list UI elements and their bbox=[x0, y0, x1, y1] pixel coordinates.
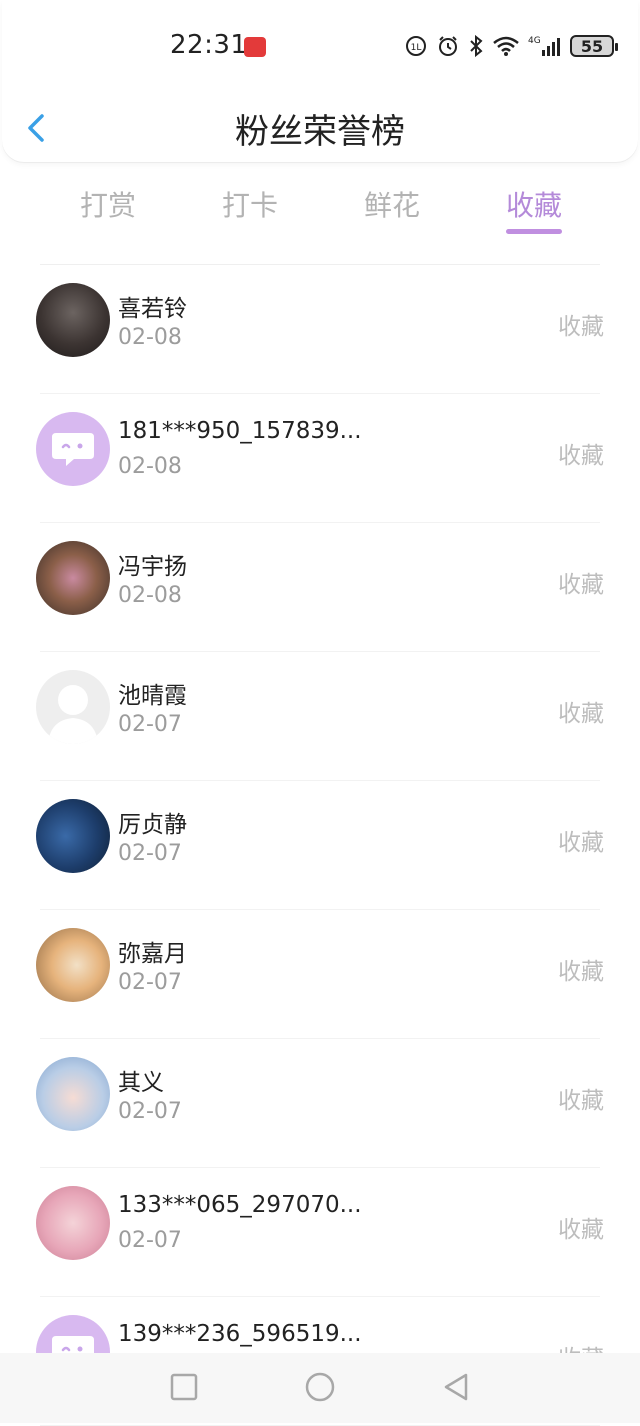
list-item[interactable]: 弥嘉月 02-07 收藏 bbox=[36, 910, 604, 1039]
date-label: 02-08 bbox=[118, 454, 182, 479]
tab-flowers[interactable]: 鲜花 bbox=[364, 184, 420, 224]
page-title: 粉丝荣誉榜 bbox=[235, 112, 405, 152]
date-label: 02-07 bbox=[118, 1099, 182, 1124]
date-label: 02-07 bbox=[118, 970, 182, 995]
avatar bbox=[36, 412, 110, 486]
avatar bbox=[36, 1057, 110, 1131]
user-name: 池晴霞 bbox=[118, 683, 187, 709]
svg-text:1L: 1L bbox=[411, 43, 422, 53]
active-tab-indicator bbox=[506, 229, 562, 234]
tab-favorites[interactable]: 收藏 bbox=[506, 184, 562, 224]
action-label: 收藏 bbox=[558, 443, 604, 469]
user-name: 喜若铃 bbox=[118, 296, 187, 322]
recents-button[interactable] bbox=[168, 1371, 200, 1403]
default-chat-avatar-icon bbox=[52, 433, 94, 466]
fan-list: 喜若铃 02-08 收藏 181***950_157839... 02-08 收… bbox=[0, 265, 640, 1426]
battery-indicator: 55 bbox=[570, 35, 618, 57]
avatar bbox=[36, 541, 110, 615]
bluetooth-icon bbox=[470, 34, 483, 58]
list-item[interactable]: 133***065_297070... 02-07 收藏 bbox=[36, 1168, 604, 1297]
avatar bbox=[36, 283, 110, 357]
user-name: 181***950_157839... bbox=[118, 418, 362, 444]
list-item[interactable]: 冯宇扬 02-08 收藏 bbox=[36, 523, 604, 652]
wifi-icon bbox=[493, 36, 519, 56]
user-name: 弥嘉月 bbox=[118, 941, 187, 967]
date-label: 02-08 bbox=[118, 325, 182, 350]
network-type: 4G bbox=[528, 36, 541, 46]
app-notification-icon bbox=[244, 37, 266, 57]
home-button[interactable] bbox=[304, 1371, 336, 1403]
status-time: 22:31 bbox=[170, 30, 248, 60]
avatar bbox=[36, 670, 110, 744]
default-person-avatar-icon bbox=[48, 685, 98, 744]
list-item[interactable]: 厉贞静 02-07 收藏 bbox=[36, 781, 604, 910]
date-label: 02-07 bbox=[118, 1228, 182, 1253]
action-label: 收藏 bbox=[558, 314, 604, 340]
user-name: 133***065_297070... bbox=[118, 1192, 362, 1218]
list-item[interactable]: 其义 02-07 收藏 bbox=[36, 1039, 604, 1168]
action-label: 收藏 bbox=[558, 830, 604, 856]
avatar bbox=[36, 928, 110, 1002]
user-name: 冯宇扬 bbox=[118, 554, 187, 580]
action-label: 收藏 bbox=[558, 701, 604, 727]
signal-icon: 4G bbox=[528, 36, 560, 56]
tab-bar: 打赏 打卡 鲜花 收藏 bbox=[0, 176, 640, 246]
user-name: 其义 bbox=[118, 1070, 164, 1096]
date-label: 02-07 bbox=[118, 841, 182, 866]
action-label: 收藏 bbox=[558, 1088, 604, 1114]
data-saver-icon: 1L bbox=[406, 36, 426, 56]
system-nav-bar bbox=[0, 1353, 640, 1423]
header: 22:31 1L 4G 55 粉丝荣誉榜 bbox=[2, 0, 638, 162]
action-label: 收藏 bbox=[558, 572, 604, 598]
avatar bbox=[36, 799, 110, 873]
action-label: 收藏 bbox=[558, 959, 604, 985]
date-label: 02-07 bbox=[118, 712, 182, 737]
user-name: 139***236_596519... bbox=[118, 1321, 362, 1347]
tab-reward[interactable]: 打赏 bbox=[80, 184, 136, 224]
list-item[interactable]: 喜若铃 02-08 收藏 bbox=[36, 265, 604, 394]
list-item[interactable]: 181***950_157839... 02-08 收藏 bbox=[36, 394, 604, 523]
status-icons: 1L 4G 55 bbox=[404, 34, 618, 58]
alarm-icon bbox=[439, 36, 457, 56]
triangle-back-icon bbox=[444, 1373, 468, 1401]
date-label: 02-08 bbox=[118, 583, 182, 608]
avatar bbox=[36, 1186, 110, 1260]
circle-icon bbox=[305, 1372, 335, 1402]
action-label: 收藏 bbox=[558, 1217, 604, 1243]
list-item[interactable]: 池晴霞 02-07 收藏 bbox=[36, 652, 604, 781]
square-icon bbox=[170, 1373, 198, 1401]
battery-level: 55 bbox=[580, 36, 604, 56]
tab-checkin[interactable]: 打卡 bbox=[222, 184, 278, 224]
back-nav-button[interactable] bbox=[440, 1371, 472, 1403]
user-name: 厉贞静 bbox=[118, 812, 187, 838]
